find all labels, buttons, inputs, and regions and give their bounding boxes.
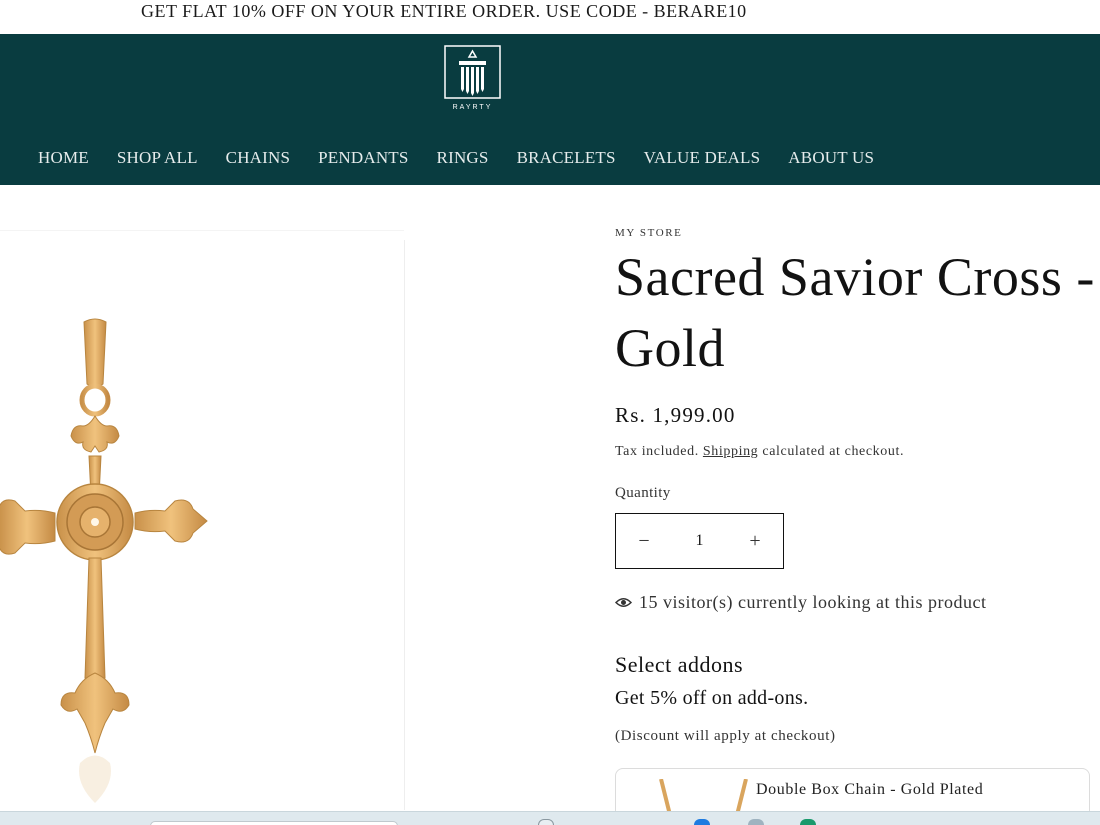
quantity-label: Quantity (615, 485, 671, 501)
edge-browser-icon[interactable] (694, 819, 710, 825)
tax-prefix: Tax included. (615, 444, 699, 459)
product-price: Rs. 1,999.00 (615, 403, 736, 427)
announcement-bar: GET FLAT 10% OFF ON YOUR ENTIRE ORDER. U… (0, 0, 1100, 34)
chrome-icon[interactable] (800, 819, 816, 825)
addon-item-name: Double Box Chain - Gold Plated (756, 781, 984, 798)
nav-shop-all[interactable]: SHOP ALL (117, 147, 198, 169)
visitor-text: 15 visitor(s) currently looking at this … (639, 592, 987, 612)
gallery-border (0, 230, 404, 231)
announcement-text: GET FLAT 10% OFF ON YOUR ENTIRE ORDER. U… (141, 1, 747, 21)
addons-note: (Discount will apply at checkout) (615, 728, 836, 744)
visitor-counter: 15 visitor(s) currently looking at this … (615, 592, 986, 613)
main-nav: HOME SHOP ALL CHAINS PENDANTS RINGS BRAC… (38, 147, 902, 169)
eye-icon (615, 598, 632, 607)
shipping-link[interactable]: Shipping (703, 444, 758, 459)
nav-bracelets[interactable]: BRACELETS (517, 147, 616, 169)
quantity-stepper: − 1 + (615, 513, 784, 569)
nav-about-us[interactable]: ABOUT US (788, 147, 874, 169)
increase-quantity-button[interactable]: + (727, 514, 783, 568)
brand-name: RAYRTY (453, 104, 493, 111)
taskbar-search[interactable] (150, 821, 398, 825)
tax-suffix: calculated at checkout. (762, 444, 905, 459)
brand-logo[interactable]: RAYRTY (444, 45, 501, 111)
nav-home[interactable]: HOME (38, 147, 89, 169)
nav-chains[interactable]: CHAINS (226, 147, 291, 169)
product-title: Sacred Savior Cross - Gold (615, 247, 1095, 378)
addons-heading: Select addons (615, 652, 744, 677)
addons-offer: Get 5% off on add-ons. (615, 687, 809, 709)
quantity-input[interactable]: 1 (672, 532, 727, 550)
site-header: RAYRTY HOME SHOP ALL CHAINS PENDANTS RIN… (0, 34, 1100, 185)
nav-value-deals[interactable]: VALUE DEALS (644, 147, 761, 169)
app-icon[interactable] (748, 819, 764, 825)
product-vendor: MY STORE (615, 227, 683, 239)
gallery-divider (404, 240, 405, 810)
decrease-quantity-button[interactable]: − (616, 514, 672, 568)
nav-pendants[interactable]: PENDANTS (318, 147, 408, 169)
os-taskbar (0, 811, 1100, 825)
tax-note: Tax included. Shipping calculated at che… (615, 444, 904, 460)
nav-rings[interactable]: RINGS (437, 147, 489, 169)
file-explorer-icon[interactable] (538, 819, 554, 825)
product-image-cross-pendant[interactable] (0, 318, 215, 810)
